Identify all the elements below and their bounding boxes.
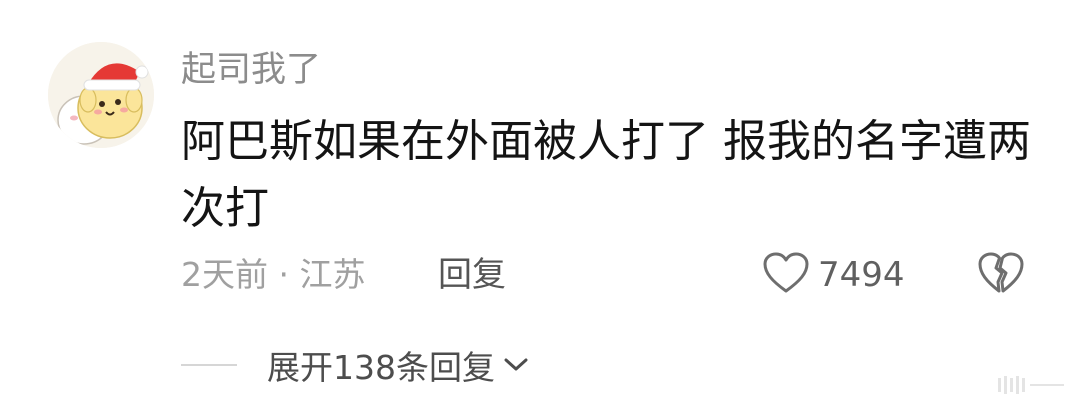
chevron-down-icon xyxy=(503,356,529,374)
like-button[interactable]: 7494 xyxy=(762,251,905,299)
comment-time-location: 2天前 · 江苏 xyxy=(181,255,366,294)
expand-replies[interactable]: 展开138条回复 xyxy=(181,343,529,387)
avatar[interactable] xyxy=(48,42,154,148)
watermark xyxy=(996,370,1066,400)
username[interactable]: 起司我了 xyxy=(181,48,321,92)
broken-heart-icon xyxy=(977,251,1025,299)
like-count: 7494 xyxy=(818,255,905,295)
dislike-button[interactable] xyxy=(976,251,1026,299)
comment-text: 阿巴斯如果在外面被人打了 报我的名字遭两次打 xyxy=(181,116,1031,234)
reply-button[interactable]: 回复 xyxy=(438,253,506,297)
heart-outline-icon xyxy=(762,251,810,299)
expand-replies-label: 展开138条回复 xyxy=(267,348,495,387)
divider-line xyxy=(181,364,237,366)
